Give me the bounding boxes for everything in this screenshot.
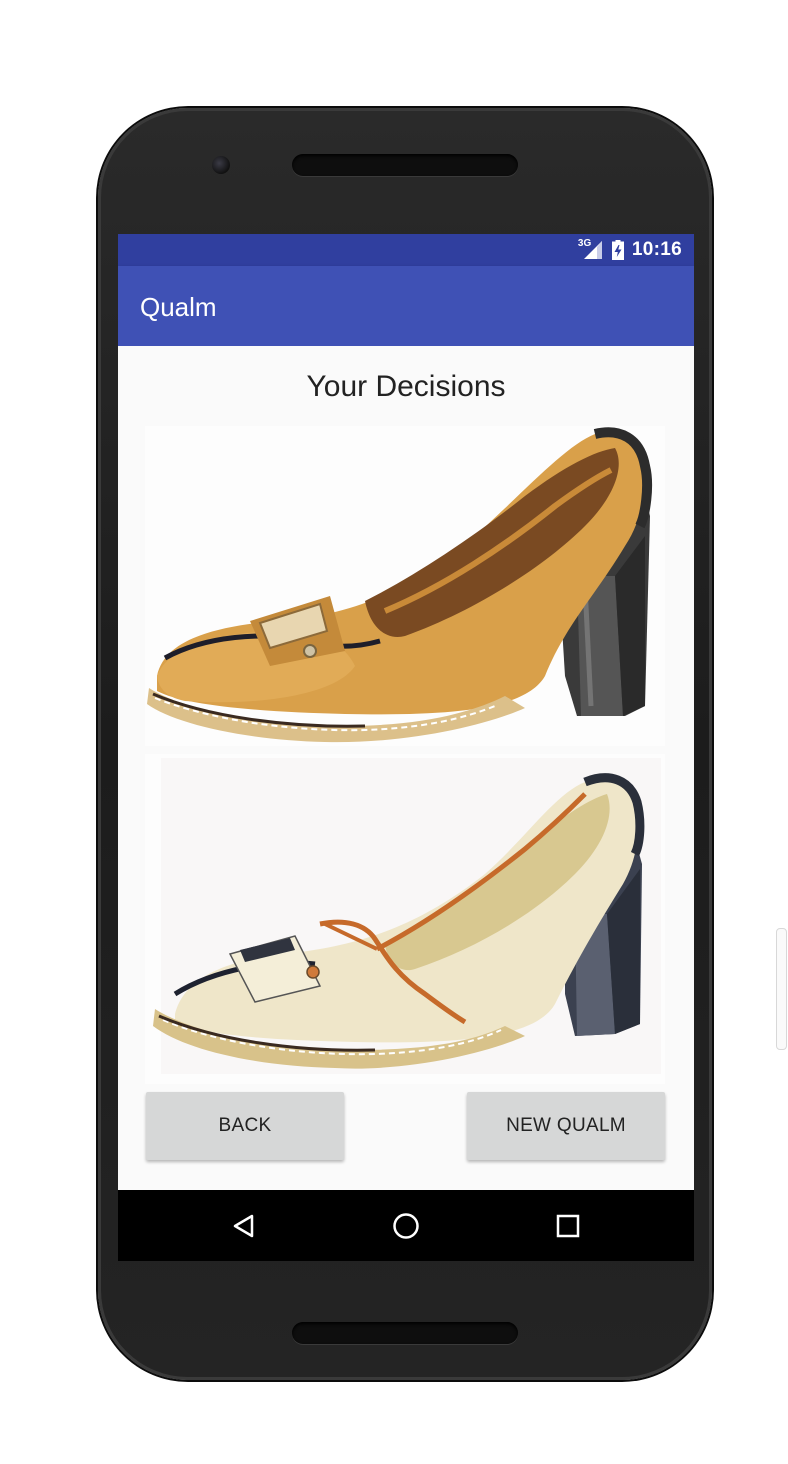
new-qualm-button[interactable]: NEW QUALM — [467, 1092, 665, 1160]
navigation-bar — [118, 1190, 694, 1261]
cell-signal-icon: 3G — [578, 238, 604, 260]
battery-icon — [611, 240, 624, 260]
shoe-image-1[interactable] — [145, 426, 665, 746]
nav-recents-button[interactable] — [528, 1190, 608, 1261]
app-bar: Qualm — [118, 266, 694, 346]
front-camera — [212, 156, 230, 174]
earpiece-speaker — [292, 154, 518, 176]
device-screen: 3G 10:16 Qualm Your Decisions BACK NEW Q… — [118, 234, 694, 1261]
side-button[interactable] — [776, 928, 787, 1050]
status-bar: 3G 10:16 — [118, 234, 694, 266]
status-clock: 10:16 — [631, 239, 682, 260]
bottom-speaker — [292, 1322, 518, 1344]
shoe-image-2[interactable] — [145, 754, 665, 1084]
shoe-image — [145, 754, 665, 1084]
back-button[interactable]: BACK — [146, 1092, 344, 1160]
nav-home-button[interactable] — [366, 1190, 446, 1261]
home-icon — [393, 1212, 419, 1239]
recents-icon — [556, 1214, 580, 1237]
shoe-image — [145, 426, 665, 746]
back-icon — [233, 1214, 254, 1237]
decisions-content: Your Decisions BACK NEW QUALM — [118, 346, 694, 1190]
page-title: Your Decisions — [306, 370, 506, 403]
nav-back-button[interactable] — [204, 1190, 284, 1261]
app-title: Qualm — [140, 292, 217, 322]
